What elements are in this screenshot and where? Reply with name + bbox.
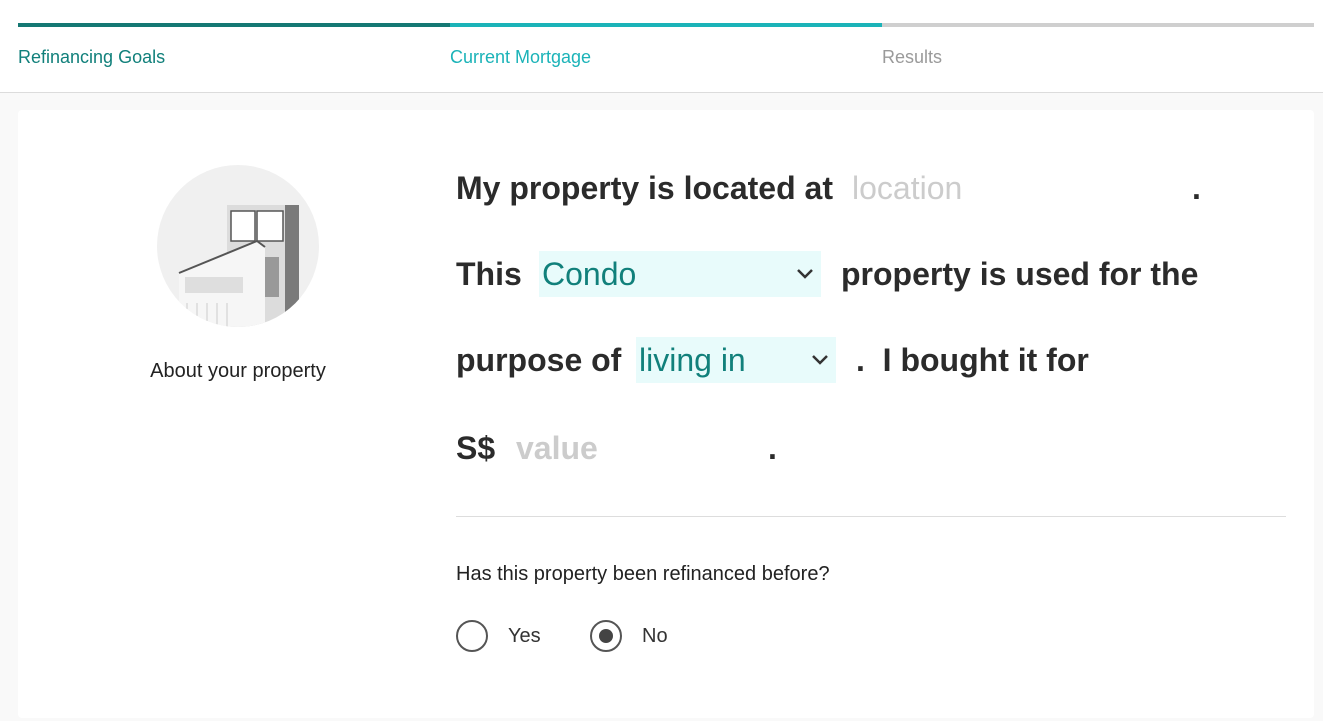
purpose-prefix: purpose of xyxy=(456,342,622,378)
radio-circle[interactable] xyxy=(456,620,488,652)
property-card: About your property My property is locat… xyxy=(18,110,1314,718)
divider xyxy=(456,516,1286,517)
step-current-mortgage[interactable]: Current Mortgage xyxy=(450,23,882,67)
purpose-suffix: . I bought it for xyxy=(856,342,1089,378)
purpose-value: living in xyxy=(639,342,746,378)
radio-no[interactable]: No xyxy=(590,619,668,653)
location-input[interactable]: location xyxy=(852,165,1192,211)
radio-yes[interactable]: Yes xyxy=(456,619,541,653)
radio-label: No xyxy=(642,624,668,647)
property-type-value: Condo xyxy=(542,256,637,292)
radio-circle[interactable] xyxy=(590,620,622,652)
step-label: Current Mortgage xyxy=(450,47,592,67)
step-label: Results xyxy=(882,47,943,67)
refinanced-question: Has this property been refinanced before… xyxy=(456,563,830,585)
progress-header: Refinancing Goals Current Mortgage Resul… xyxy=(0,0,1323,93)
step-label: Refinancing Goals xyxy=(18,47,166,67)
radio-label: Yes xyxy=(508,624,541,647)
about-caption: About your property xyxy=(150,360,326,382)
step-refinancing-goals[interactable]: Refinancing Goals xyxy=(18,23,450,67)
currency-label: S$ xyxy=(456,430,496,466)
chevron-down-icon xyxy=(812,355,828,365)
step-bar xyxy=(18,23,450,27)
type-suffix: property is used for the xyxy=(841,256,1199,292)
step-bar xyxy=(882,23,1314,27)
step-results[interactable]: Results xyxy=(882,23,1314,67)
type-prefix: This xyxy=(456,256,522,292)
radio-selected-dot xyxy=(599,629,613,643)
location-prefix: My property is located at xyxy=(456,170,833,206)
chevron-down-icon xyxy=(797,269,813,279)
purpose-select[interactable]: living in xyxy=(636,337,836,383)
step-bar xyxy=(450,23,882,27)
property-type-select[interactable]: Condo xyxy=(539,251,821,297)
value-input[interactable]: value xyxy=(516,425,766,471)
value-period: . xyxy=(768,430,777,466)
location-period: . xyxy=(1192,170,1201,206)
building-icon xyxy=(157,165,319,327)
